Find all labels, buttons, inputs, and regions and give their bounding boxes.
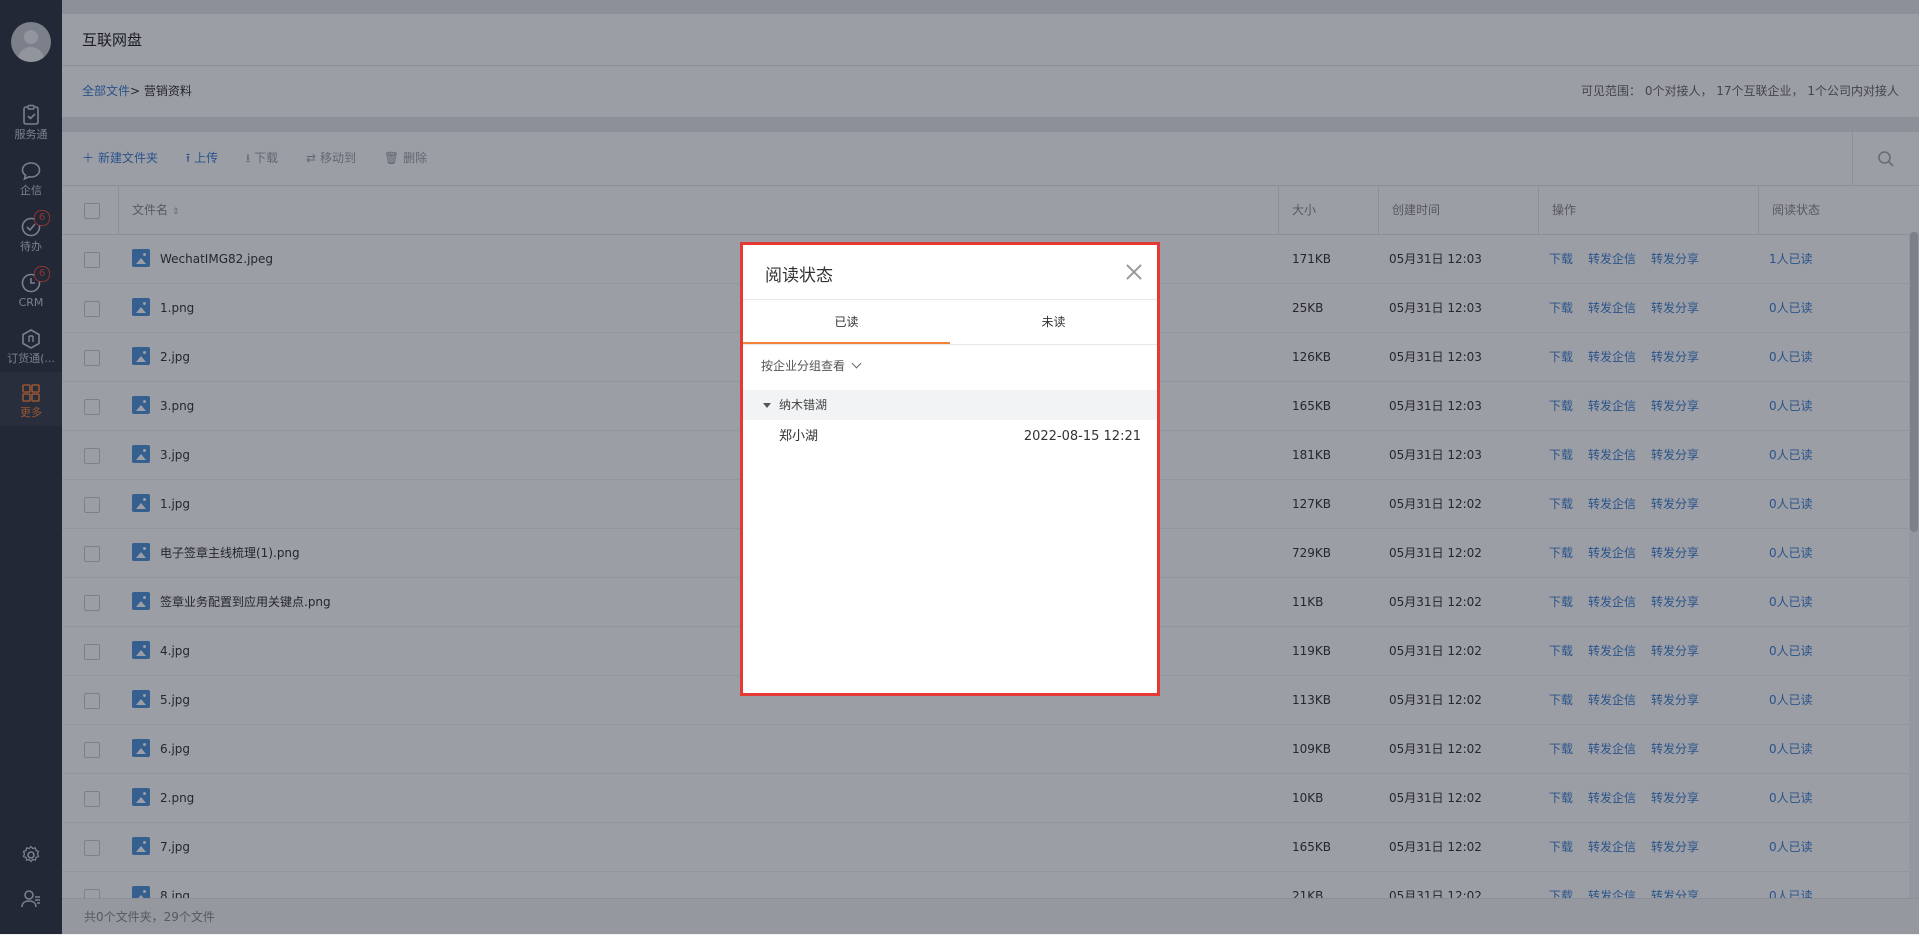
- chevron-down-icon: [851, 358, 862, 369]
- caret-down-icon: [763, 403, 771, 408]
- company-group-name: 纳木错湖: [779, 398, 828, 412]
- tab-unread[interactable]: 未读: [950, 300, 1157, 344]
- dialog-title: 阅读状态: [765, 266, 833, 286]
- tab-read[interactable]: 已读: [743, 300, 950, 344]
- reader-row: 郑小湖 2022-08-15 12:21: [743, 423, 1157, 451]
- read-status-dialog: 阅读状态 已读 未读 按企业分组查看 纳木错湖 郑小湖 2022-08-15 1…: [740, 242, 1160, 696]
- read-status-tabs: 已读 未读: [743, 299, 1157, 345]
- reader-name: 郑小湖: [779, 429, 819, 444]
- close-icon[interactable]: [1123, 261, 1145, 283]
- reader-time: 2022-08-15 12:21: [1023, 429, 1141, 444]
- company-group-row[interactable]: 纳木错湖: [743, 390, 1157, 420]
- group-by-dropdown[interactable]: 按企业分组查看: [761, 357, 862, 374]
